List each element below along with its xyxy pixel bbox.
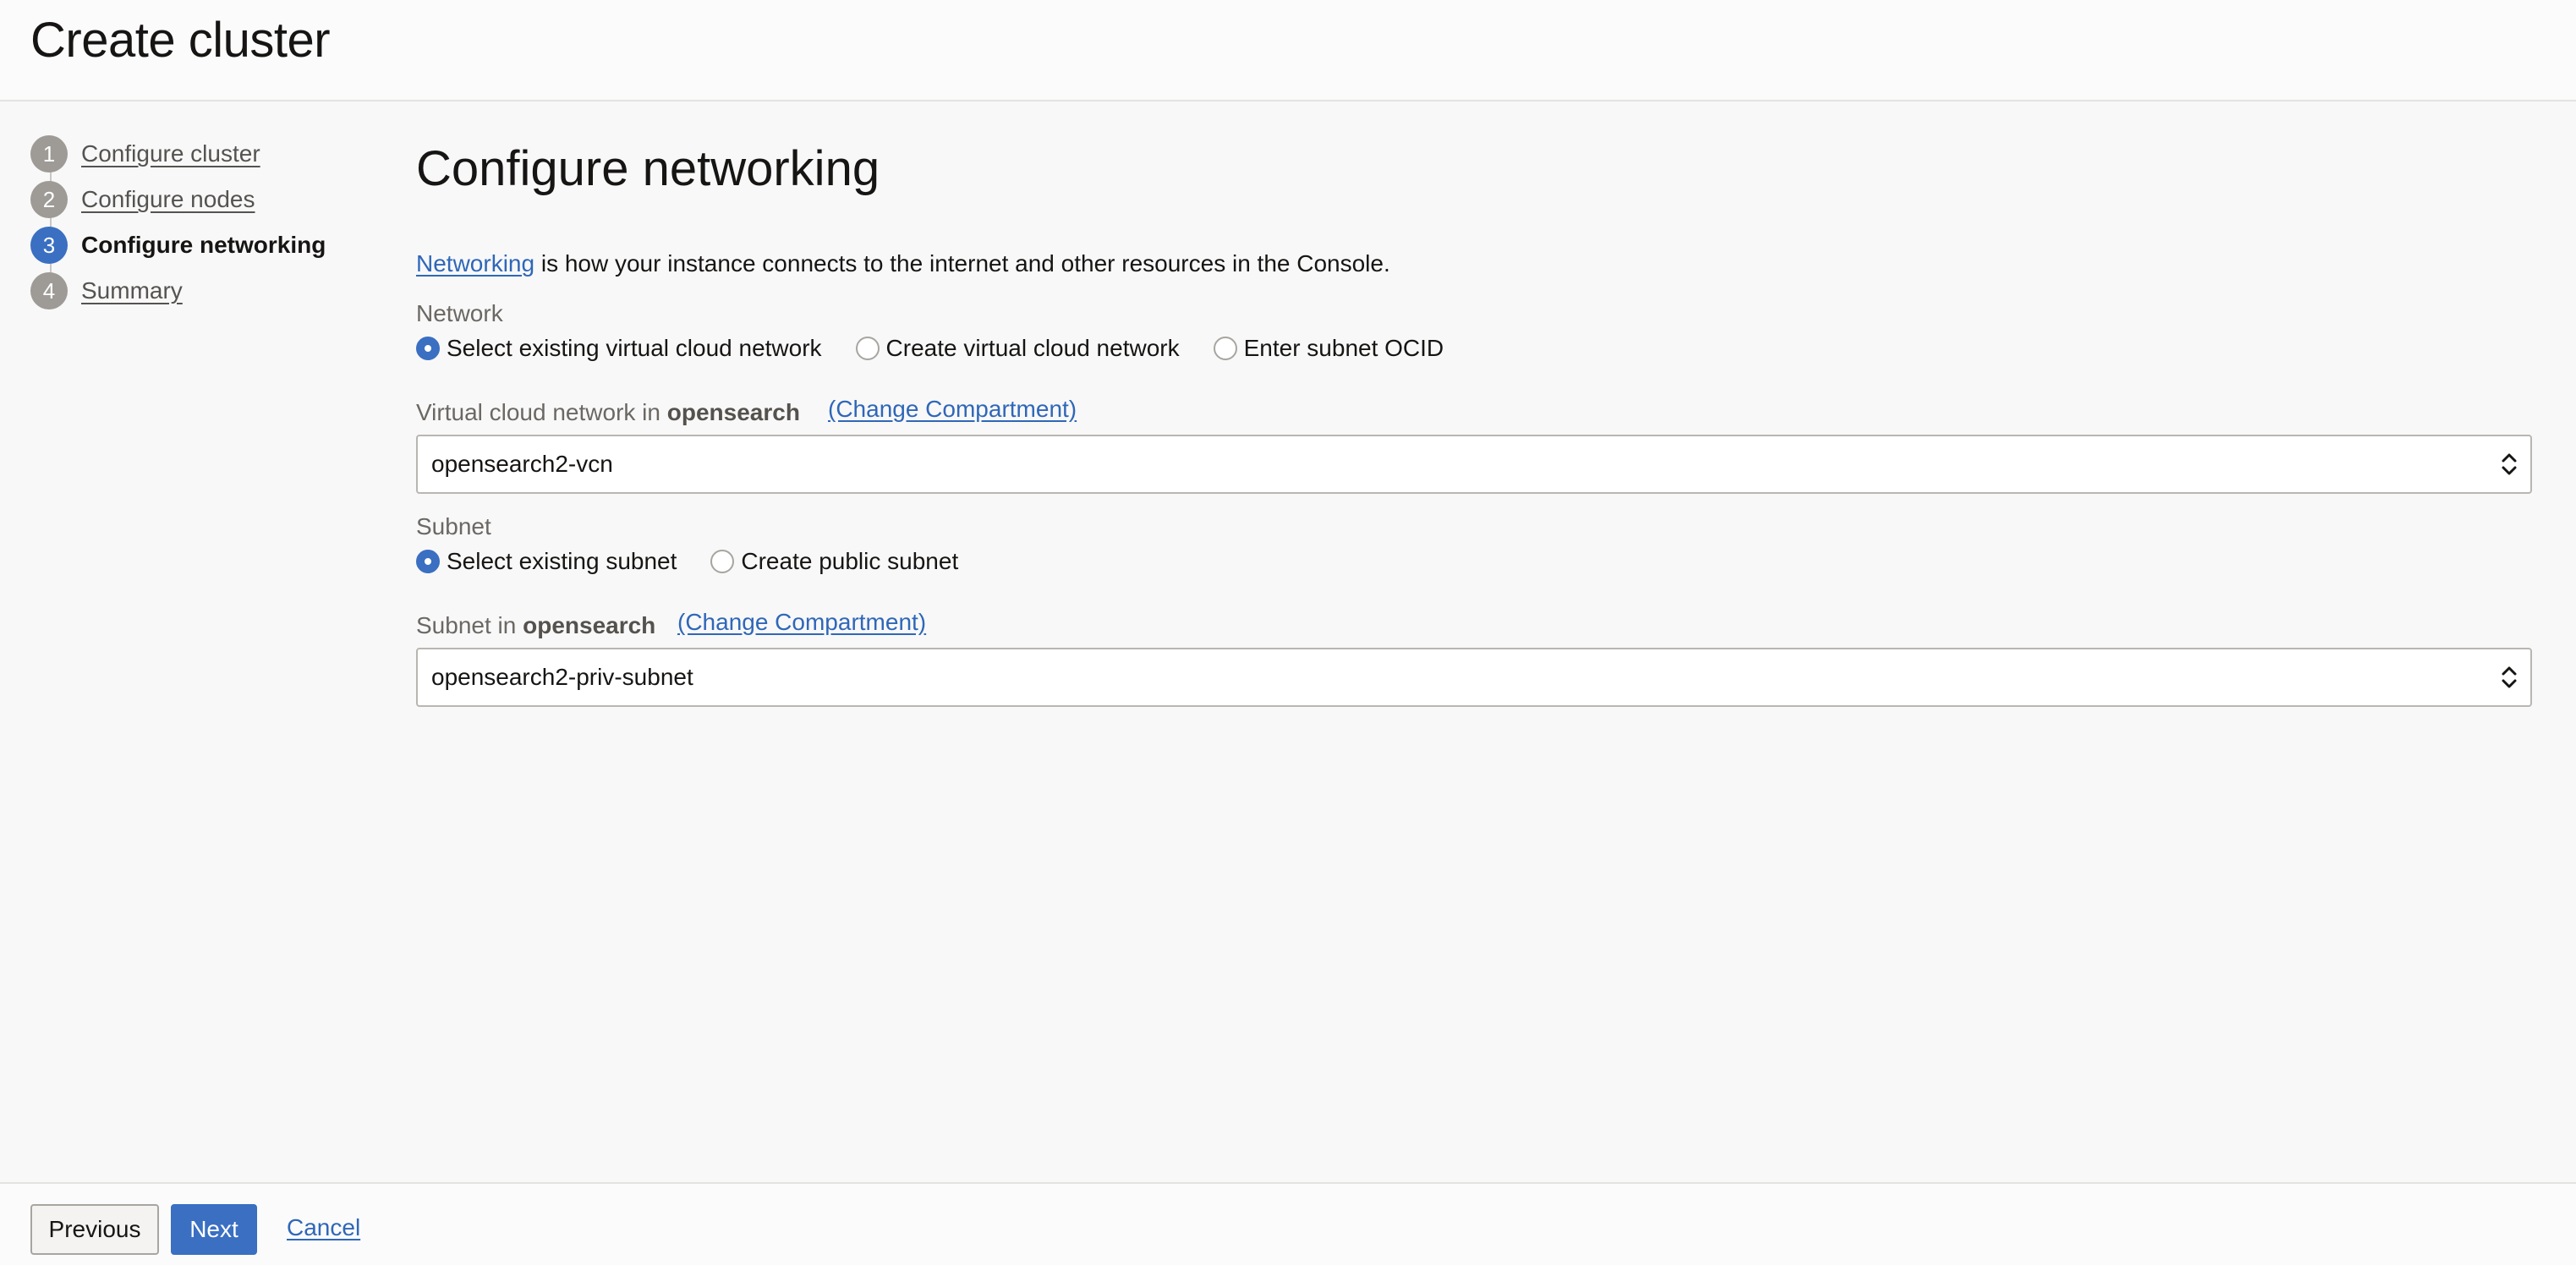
radio-create-public-subnet[interactable]: Create public subnet <box>710 548 958 575</box>
step-summary[interactable]: 4 Summary <box>30 272 183 309</box>
radio-button[interactable] <box>710 550 735 573</box>
network-radio-group: Select existing virtual cloud network Cr… <box>416 333 1477 364</box>
radio-label[interactable]: Select existing subnet <box>447 548 677 575</box>
subnet-select[interactable]: opensearch2-priv-subnet <box>416 648 2532 707</box>
radio-button[interactable] <box>855 337 880 360</box>
step-label[interactable]: Summary <box>81 277 183 304</box>
subnet-label-prefix: Subnet in <box>416 612 523 638</box>
chevron-up-down-icon <box>2502 666 2517 688</box>
next-button[interactable]: Next <box>171 1204 257 1255</box>
radio-button[interactable] <box>416 337 440 360</box>
subnet-select-label: Subnet in opensearch <box>416 612 655 639</box>
cancel-link[interactable]: Cancel <box>287 1214 360 1241</box>
vcn-label-prefix: Virtual cloud network in <box>416 399 667 425</box>
subnet-label: Subnet <box>416 513 491 539</box>
subnet-select-value: opensearch2-priv-subnet <box>431 664 693 690</box>
step-label[interactable]: Configure cluster <box>81 140 260 167</box>
vcn-change-compartment-link[interactable]: (Change Compartment) <box>828 396 1077 423</box>
subnet-compartment-name: opensearch <box>523 612 656 638</box>
networking-link[interactable]: Networking <box>416 250 534 277</box>
radio-button[interactable] <box>416 550 440 573</box>
radio-label[interactable]: Create virtual cloud network <box>886 335 1180 362</box>
intro-text: Networking is how your instance connects… <box>416 250 1390 277</box>
radio-select-existing-vcn[interactable]: Select existing virtual cloud network <box>416 335 822 362</box>
radio-label[interactable]: Create public subnet <box>741 548 958 575</box>
vcn-select-value: opensearch2-vcn <box>431 451 613 477</box>
step-configure-networking: 3 Configure networking <box>30 227 326 264</box>
step-number: 1 <box>30 135 68 172</box>
radio-enter-subnet-ocid[interactable]: Enter subnet OCID <box>1213 335 1444 362</box>
vcn-select[interactable]: opensearch2-vcn <box>416 435 2532 494</box>
step-number: 4 <box>30 272 68 309</box>
network-label: Network <box>416 300 503 326</box>
step-configure-cluster[interactable]: 1 Configure cluster <box>30 135 260 172</box>
vcn-label: Virtual cloud network in opensearch <box>416 399 800 426</box>
page-header: Create cluster <box>0 0 2576 101</box>
step-label[interactable]: Configure nodes <box>81 186 255 213</box>
subnet-change-compartment-link[interactable]: (Change Compartment) <box>677 609 926 636</box>
radio-label[interactable]: Enter subnet OCID <box>1244 335 1444 362</box>
step-label: Configure networking <box>81 232 326 258</box>
radio-label[interactable]: Select existing virtual cloud network <box>447 335 822 362</box>
previous-button[interactable]: Previous <box>30 1204 159 1255</box>
page-title: Create cluster <box>30 13 331 68</box>
chevron-up-down-icon <box>2502 453 2517 475</box>
step-number: 2 <box>30 181 68 218</box>
step-configure-nodes[interactable]: 2 Configure nodes <box>30 181 255 218</box>
step-number: 3 <box>30 227 68 264</box>
radio-select-existing-subnet[interactable]: Select existing subnet <box>416 548 677 575</box>
wizard-footer: Previous Next Cancel <box>0 1182 2576 1265</box>
vcn-compartment-name: opensearch <box>666 399 800 425</box>
intro-description: is how your instance connects to the int… <box>534 250 1390 277</box>
radio-button[interactable] <box>1213 337 1237 360</box>
section-title: Configure networking <box>416 141 880 196</box>
subnet-radio-group: Select existing subnet Create public sub… <box>416 546 992 577</box>
radio-create-vcn[interactable]: Create virtual cloud network <box>855 335 1180 362</box>
